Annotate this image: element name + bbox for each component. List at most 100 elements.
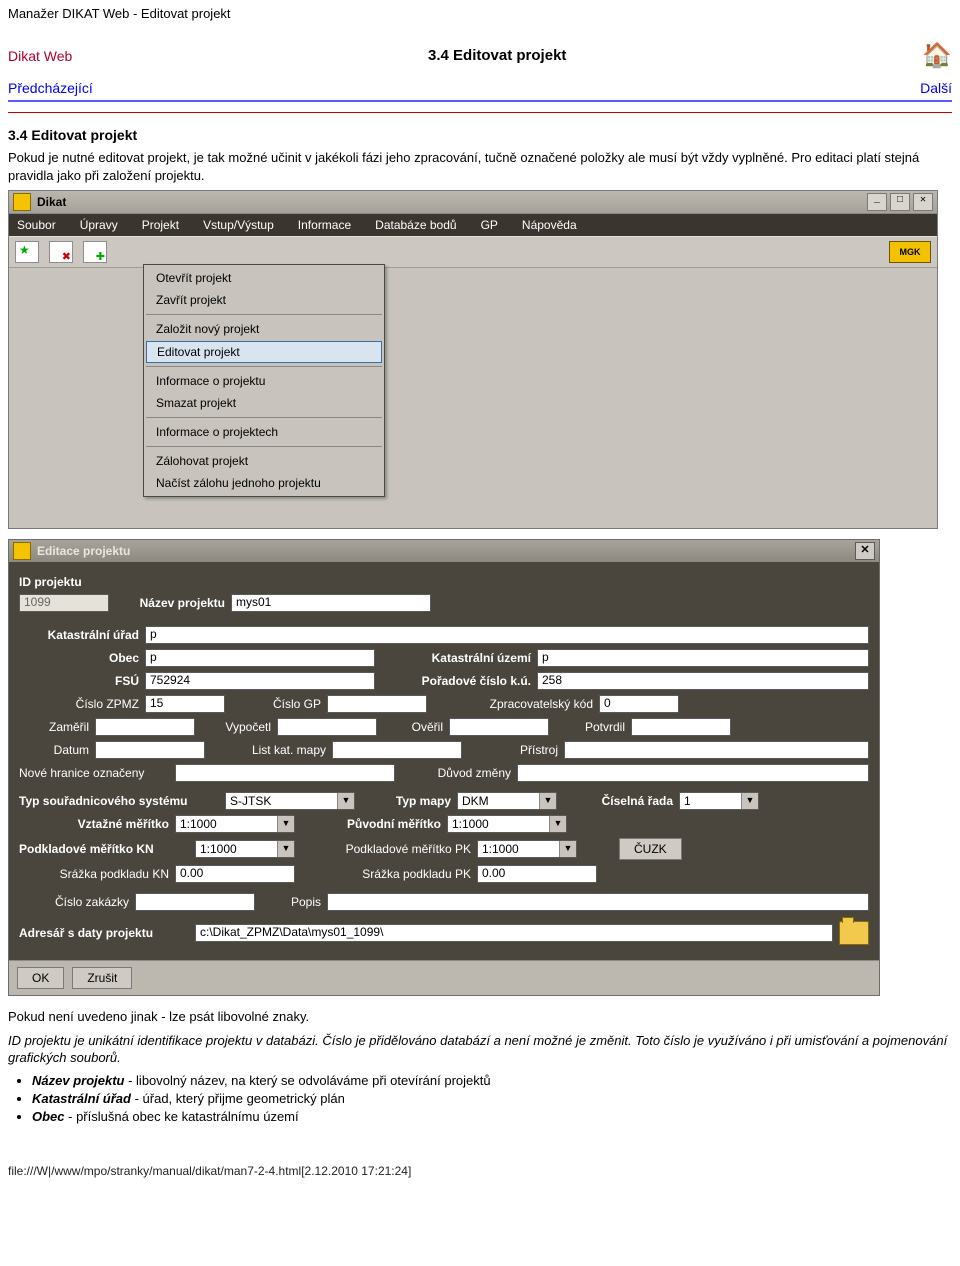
menu-item[interactable]: Založit nový projekt <box>144 318 384 340</box>
list-item: Název projektu - libovolný název, na kte… <box>32 1073 952 1088</box>
label-zakazka: Číslo zakázky <box>19 895 129 909</box>
menu-item[interactable]: Databáze bodů <box>375 218 456 232</box>
edit-project-dialog: Editace projektu ✕ ID projektu 1099 Náze… <box>8 539 880 996</box>
menu-item[interactable]: Načíst zálohu jednoho projektu <box>144 472 384 494</box>
label-vztazne: Vztažné měřítko <box>19 817 169 831</box>
label-overil: Ověřil <box>383 720 443 734</box>
chevron-down-icon[interactable]: ▼ <box>539 793 556 809</box>
label-name: Název projektu <box>115 596 225 610</box>
menu-item[interactable]: Vstup/Výstup <box>203 218 274 232</box>
label-puvodni: Původní měřítko <box>301 817 441 831</box>
label-fsu: FSÚ <box>19 674 139 688</box>
ok-button[interactable]: OK <box>17 967 64 989</box>
menu-item[interactable]: Úpravy <box>80 218 118 232</box>
label-adresar: Adresář s daty projektu <box>19 926 189 940</box>
menu-separator <box>146 366 382 367</box>
home-icon[interactable]: 🏠 <box>922 41 952 70</box>
input-zameril[interactable] <box>95 718 195 736</box>
input-popis[interactable] <box>327 893 869 911</box>
select-cis-rada[interactable]: 1 ▼ <box>679 792 759 810</box>
label-duvod: Důvod změny <box>401 766 511 780</box>
menu-separator <box>146 446 382 447</box>
input-fsu[interactable]: 752924 <box>145 672 375 690</box>
label-nove-hranice: Nové hranice označeny <box>19 766 169 780</box>
chevron-down-icon[interactable]: ▼ <box>337 793 354 809</box>
minimize-button[interactable]: _ <box>867 193 887 211</box>
menu-item[interactable]: Soubor <box>17 218 56 232</box>
cancel-button[interactable]: Zrušit <box>72 967 132 989</box>
nav-previous-link[interactable]: Předcházející <box>8 80 93 96</box>
input-cgp[interactable] <box>327 695 427 713</box>
input-obec[interactable]: p <box>145 649 375 667</box>
input-datum[interactable] <box>95 741 205 759</box>
menu-item[interactable]: GP <box>481 218 498 232</box>
menu-item[interactable]: Nápověda <box>522 218 577 232</box>
dialog-title: Editace projektu <box>37 544 130 558</box>
menu-item[interactable]: Informace o projektu <box>144 370 384 392</box>
browse-folder-icon[interactable] <box>839 921 869 945</box>
chevron-down-icon[interactable]: ▼ <box>277 816 294 832</box>
menu-item[interactable]: Informace <box>298 218 351 232</box>
chevron-down-icon[interactable]: ▼ <box>277 841 294 857</box>
select-vztazne[interactable]: 1:1000 ▼ <box>175 815 295 833</box>
menu-item[interactable]: Editovat projekt <box>146 341 382 363</box>
input-porad-cislo[interactable]: 258 <box>537 672 869 690</box>
input-overil[interactable] <box>449 718 549 736</box>
label-list: List kat. mapy <box>211 743 326 757</box>
select-value: 1:1000 <box>448 817 549 831</box>
menu-item[interactable]: Zavřít projekt <box>144 289 384 311</box>
label-podkl-pk: Podkladové měřítko PK <box>301 842 471 856</box>
cuzk-button[interactable]: ČUZK <box>619 838 682 860</box>
close-button[interactable]: ✕ <box>855 542 875 560</box>
page-title: 3.4 Editovat projekt <box>428 47 566 64</box>
close-button[interactable]: ✕ <box>913 193 933 211</box>
input-zprac-kod[interactable]: 0 <box>599 695 679 713</box>
chevron-down-icon[interactable]: ▼ <box>549 816 566 832</box>
input-adresar[interactable]: c:\Dikat_ZPMZ\Data\mys01_1099\ <box>195 924 833 942</box>
menu-item[interactable]: Smazat projekt <box>144 392 384 414</box>
menu-item[interactable]: Otevřít projekt <box>144 267 384 289</box>
input-zakazka[interactable] <box>135 893 255 911</box>
input-srazka-kn[interactable]: 0.00 <box>175 865 295 883</box>
select-value: 1:1000 <box>196 842 277 856</box>
select-podkl-pk[interactable]: 1:1000 ▼ <box>477 840 577 858</box>
select-souradnice[interactable]: S-JTSK ▼ <box>225 792 355 810</box>
input-kat-uzemi[interactable]: p <box>537 649 869 667</box>
menu-item[interactable]: Informace o projektech <box>144 421 384 443</box>
select-typ-mapy[interactable]: DKM ▼ <box>457 792 557 810</box>
product-name: Dikat Web <box>8 48 72 64</box>
divider <box>8 100 952 102</box>
input-list[interactable] <box>332 741 462 759</box>
chevron-down-icon[interactable]: ▼ <box>559 841 576 857</box>
select-value: S-JTSK <box>226 794 337 808</box>
toolbar-delete-icon[interactable] <box>49 241 73 263</box>
input-pristroj[interactable] <box>564 741 869 759</box>
select-podkl-kn[interactable]: 1:1000 ▼ <box>195 840 295 858</box>
toolbar-add-icon[interactable] <box>83 241 107 263</box>
menu-separator <box>146 314 382 315</box>
input-vypocetl[interactable] <box>277 718 377 736</box>
section-heading: 3.4 Editovat projekt <box>8 127 952 143</box>
input-kat-urad[interactable]: p <box>145 626 869 644</box>
input-nove-hranice[interactable] <box>175 764 395 782</box>
menu-separator <box>146 417 382 418</box>
maximize-button[interactable]: □ <box>890 193 910 211</box>
select-puvodni[interactable]: 1:1000 ▼ <box>447 815 567 833</box>
select-value: DKM <box>458 794 539 808</box>
input-zpmz[interactable]: 15 <box>145 695 225 713</box>
label-srazka-pk: Srážka podkladu PK <box>301 867 471 881</box>
app-icon <box>13 193 31 211</box>
input-duvod[interactable] <box>517 764 869 782</box>
menu-item[interactable]: Zálohovat projekt <box>144 450 384 472</box>
label-id: ID projektu <box>19 575 99 589</box>
label-vypocetl: Vypočetl <box>201 720 271 734</box>
toolbar-new-icon[interactable] <box>15 241 39 263</box>
nav-next-link[interactable]: Další <box>920 80 952 96</box>
chevron-down-icon[interactable]: ▼ <box>741 793 758 809</box>
label-obec: Obec <box>19 651 139 665</box>
input-potvrdil[interactable] <box>631 718 731 736</box>
input-name[interactable]: mys01 <box>231 594 431 612</box>
input-srazka-pk[interactable]: 0.00 <box>477 865 597 883</box>
label-zameril: Zaměřil <box>19 720 89 734</box>
menu-item[interactable]: Projekt <box>142 218 179 232</box>
